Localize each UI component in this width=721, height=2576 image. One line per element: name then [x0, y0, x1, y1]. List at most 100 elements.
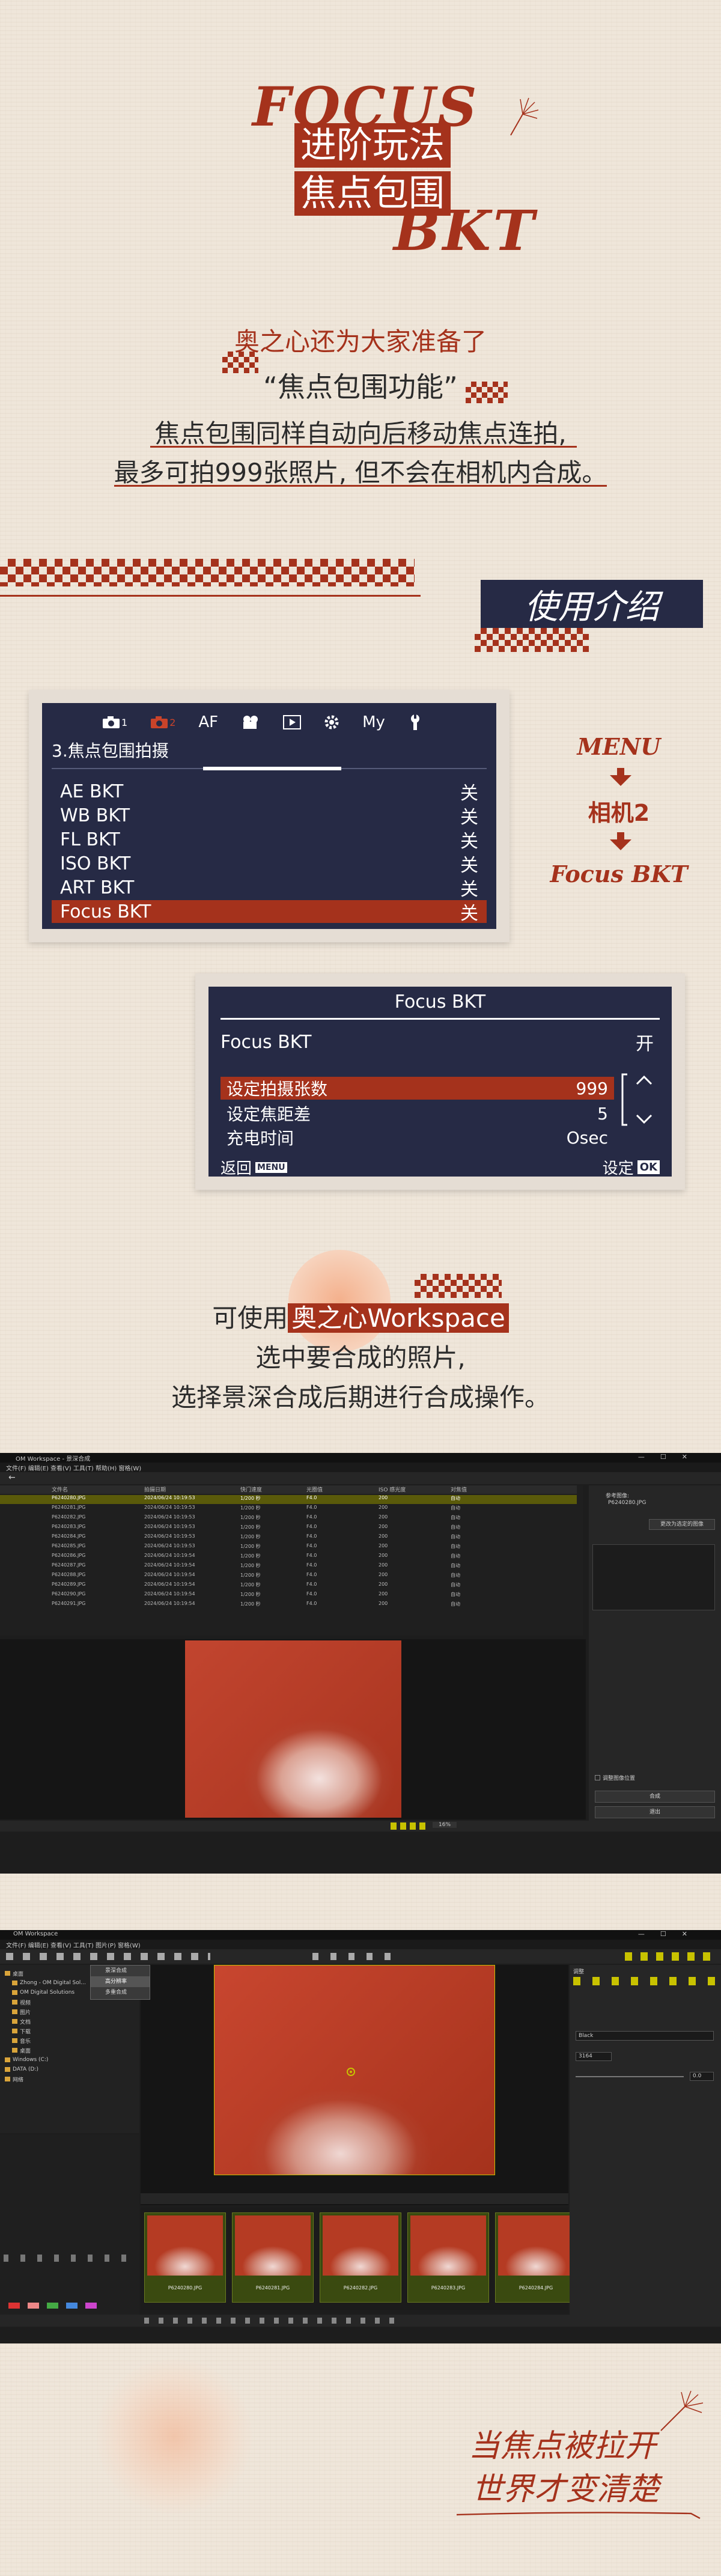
hero-title-line1: 进阶玩法 [294, 123, 451, 168]
table-row[interactable]: P6240283.JPG 2024/06/24 10:19:53 1/200 秒 F4… [0, 1524, 577, 1533]
table-row[interactable]: P6240290.JPG 2024/06/24 10:19:54 1/200 秒 F4… [0, 1591, 577, 1600]
window-controls[interactable]: —☐✕ [638, 1453, 703, 1461]
folder-icon [5, 2067, 10, 2072]
camera-icon [103, 716, 120, 728]
intro-line1: 奥之心还为大家准备了 [234, 327, 487, 356]
menu-item-iso-bkt[interactable]: ISO BKT 关 [52, 852, 487, 877]
folder-tree-item[interactable]: 图片 [4, 2007, 136, 2017]
ss2-panel-icons[interactable] [573, 1977, 717, 1985]
camera-menu-divider-active [203, 767, 341, 770]
folder-tree-item[interactable]: 网络 [4, 2074, 136, 2084]
thumbnail-image [147, 2215, 223, 2276]
align-checkbox[interactable]: 调整图像位置 [595, 1774, 635, 1782]
table-cell: P6240291.JPG [52, 1601, 86, 1606]
focus-bkt-title-line [221, 1018, 660, 1020]
ss2-status-icons[interactable] [144, 2318, 397, 2324]
folder-tree-item[interactable]: 下载 [4, 2026, 136, 2036]
window-controls[interactable]: —☐✕ [638, 1930, 703, 1938]
ss2-value-field-1[interactable]: 3164 [576, 2052, 612, 2061]
thumbnail[interactable]: P6240281.JPG [232, 2212, 314, 2303]
focus-step-row[interactable]: 设定焦距差 5 [221, 1102, 614, 1125]
focus-point-icon[interactable] [345, 2066, 357, 2078]
table-row[interactable]: P6240291.JPG 2024/06/24 10:19:54 1/200 秒 F4… [0, 1601, 577, 1610]
table-cell: 200 [379, 1582, 388, 1587]
tab-af[interactable]: AF [198, 713, 218, 731]
thumbnail[interactable]: P6240283.JPG [407, 2212, 489, 2303]
ss2-titlebar: OM Workspace —☐✕ [0, 1930, 721, 1940]
table-cell: 200 [379, 1543, 388, 1548]
ss1-toolbar: ← [0, 1472, 721, 1484]
ss2-view-icons[interactable] [312, 1953, 391, 1960]
popup-item-multi[interactable]: 多重合成 [91, 1987, 150, 1998]
scroll-bracket-icon[interactable] [620, 1070, 656, 1130]
tab-camera2[interactable]: 2 [150, 716, 175, 729]
change-reference-button[interactable]: 更改为选定的图像 [649, 1519, 715, 1530]
folder-tree-item[interactable]: 音乐 [4, 2036, 136, 2045]
menu-item-art-bkt[interactable]: ART BKT 关 [52, 876, 487, 901]
ss2-value-field-2[interactable]: 0.0 [690, 2072, 714, 2081]
table-cell: 2024/06/24 10:19:53 [144, 1514, 195, 1520]
tab-camera1[interactable]: 1 [102, 716, 127, 729]
menu-item-ae-bkt[interactable]: AE BKT 关 [52, 780, 487, 805]
thumbnail[interactable]: P6240280.JPG [144, 2212, 226, 2303]
table-cell: 200 [379, 1562, 388, 1568]
table-cell: P6240284.JPG [52, 1533, 86, 1539]
ss1-view-icons[interactable] [391, 1822, 427, 1830]
table-row[interactable]: P6240285.JPG 2024/06/24 10:19:53 1/200 秒 F4… [0, 1543, 577, 1552]
table-cell: 自动 [451, 1553, 460, 1559]
ss2-rating-icons[interactable] [4, 2255, 130, 2262]
video-icon[interactable] [241, 714, 260, 730]
popup-item-depth[interactable]: 景深合成 [91, 1965, 150, 1976]
ss2-slider[interactable] [576, 2076, 684, 2077]
back-hint[interactable]: 返回 MENU [221, 1156, 287, 1178]
back-arrow-icon[interactable]: ← [8, 1473, 16, 1482]
thumbnail[interactable]: P6240282.JPG [320, 2212, 401, 2303]
folder-tree-item[interactable]: Windows (C:) [4, 2055, 136, 2065]
exit-button[interactable]: 退出 [595, 1806, 715, 1818]
table-row[interactable]: P6240281.JPG 2024/06/24 10:19:53 1/200 秒 F4… [0, 1505, 577, 1514]
folder-icon [12, 2048, 17, 2053]
menu-item-fl-bkt[interactable]: FL BKT 关 [52, 828, 487, 853]
folder-tree-item[interactable]: DATA (D:) [4, 2065, 136, 2074]
shot-count-row[interactable]: 设定拍摄张数 999 [221, 1077, 614, 1100]
table-row[interactable]: P6240287.JPG 2024/06/24 10:19:54 1/200 秒 F4… [0, 1562, 577, 1571]
ss2-tool-icons[interactable] [6, 1953, 210, 1960]
checker-band-line [0, 595, 421, 597]
focus-bkt-toggle-row[interactable]: Focus BKT 开 [221, 1030, 660, 1055]
table-row[interactable]: P6240286.JPG 2024/06/24 10:19:54 1/200 秒 F4… [0, 1553, 577, 1562]
table-row[interactable]: P6240288.JPG 2024/06/24 10:19:54 1/200 秒 F4… [0, 1572, 577, 1581]
popup-item-highres[interactable]: 高分辨率 [91, 1976, 150, 1987]
ss1-table-body: P6240280.JPG 2024/06/24 10:19:53 1/200 秒 F4… [0, 1495, 577, 1633]
ss2-select[interactable]: Black [576, 2031, 714, 2041]
wrench-icon[interactable] [408, 714, 422, 731]
menu-item-wb-bkt[interactable]: WB BKT 关 [52, 804, 487, 829]
folder-tree-item[interactable]: 桌面 [4, 2045, 136, 2055]
gear-icon[interactable] [324, 714, 339, 730]
table-row[interactable]: P6240284.JPG 2024/06/24 10:19:53 1/200 秒 F4… [0, 1533, 577, 1542]
charge-time-row[interactable]: 充电时间 Osec [221, 1126, 614, 1149]
table-row[interactable]: P6240282.JPG 2024/06/24 10:19:53 1/200 秒 F4… [0, 1514, 577, 1523]
camera-icon [151, 716, 168, 728]
playback-icon[interactable] [283, 715, 302, 729]
start-button[interactable]: 合成 [595, 1791, 715, 1803]
menu-item-focus-bkt[interactable]: Focus BKT 关 [52, 900, 487, 924]
table-row[interactable]: P6240289.JPG 2024/06/24 10:19:54 1/200 秒 F4… [0, 1582, 577, 1591]
ss2-viewer-toolbar[interactable] [141, 2193, 568, 2204]
tab-my[interactable]: My [362, 713, 385, 731]
table-cell: 1/200 秒 [240, 1496, 261, 1501]
camera-menu: 1 2 AF My 3.焦点包围拍摄 AE BKT 关 WB BKT 关 FL BK… [42, 703, 496, 929]
table-cell: F4.0 [306, 1553, 317, 1558]
table-cell: 200 [379, 1505, 388, 1510]
table-cell: 2024/06/24 10:19:54 [144, 1601, 195, 1606]
ss2-color-labels[interactable] [8, 2303, 105, 2309]
table-cell: 自动 [451, 1573, 460, 1578]
table-cell: 1/200 秒 [240, 1524, 261, 1530]
folder-tree-item[interactable]: 文档 [4, 2017, 136, 2026]
workspace-screenshot-2: OM Workspace —☐✕ 文件(F) 编辑(E) 查看(V) 工具(T)… [0, 1930, 721, 2343]
table-row[interactable]: P6240280.JPG 2024/06/24 10:19:53 1/200 秒 F4… [0, 1495, 577, 1504]
thumbnail[interactable]: P6240284.JPG [495, 2212, 577, 2303]
set-hint[interactable]: 设定 OK [603, 1156, 660, 1178]
usage-label: 使用介绍 [525, 587, 659, 627]
checker-under-banner [475, 628, 589, 652]
ss2-right-icons[interactable] [625, 1952, 715, 1961]
